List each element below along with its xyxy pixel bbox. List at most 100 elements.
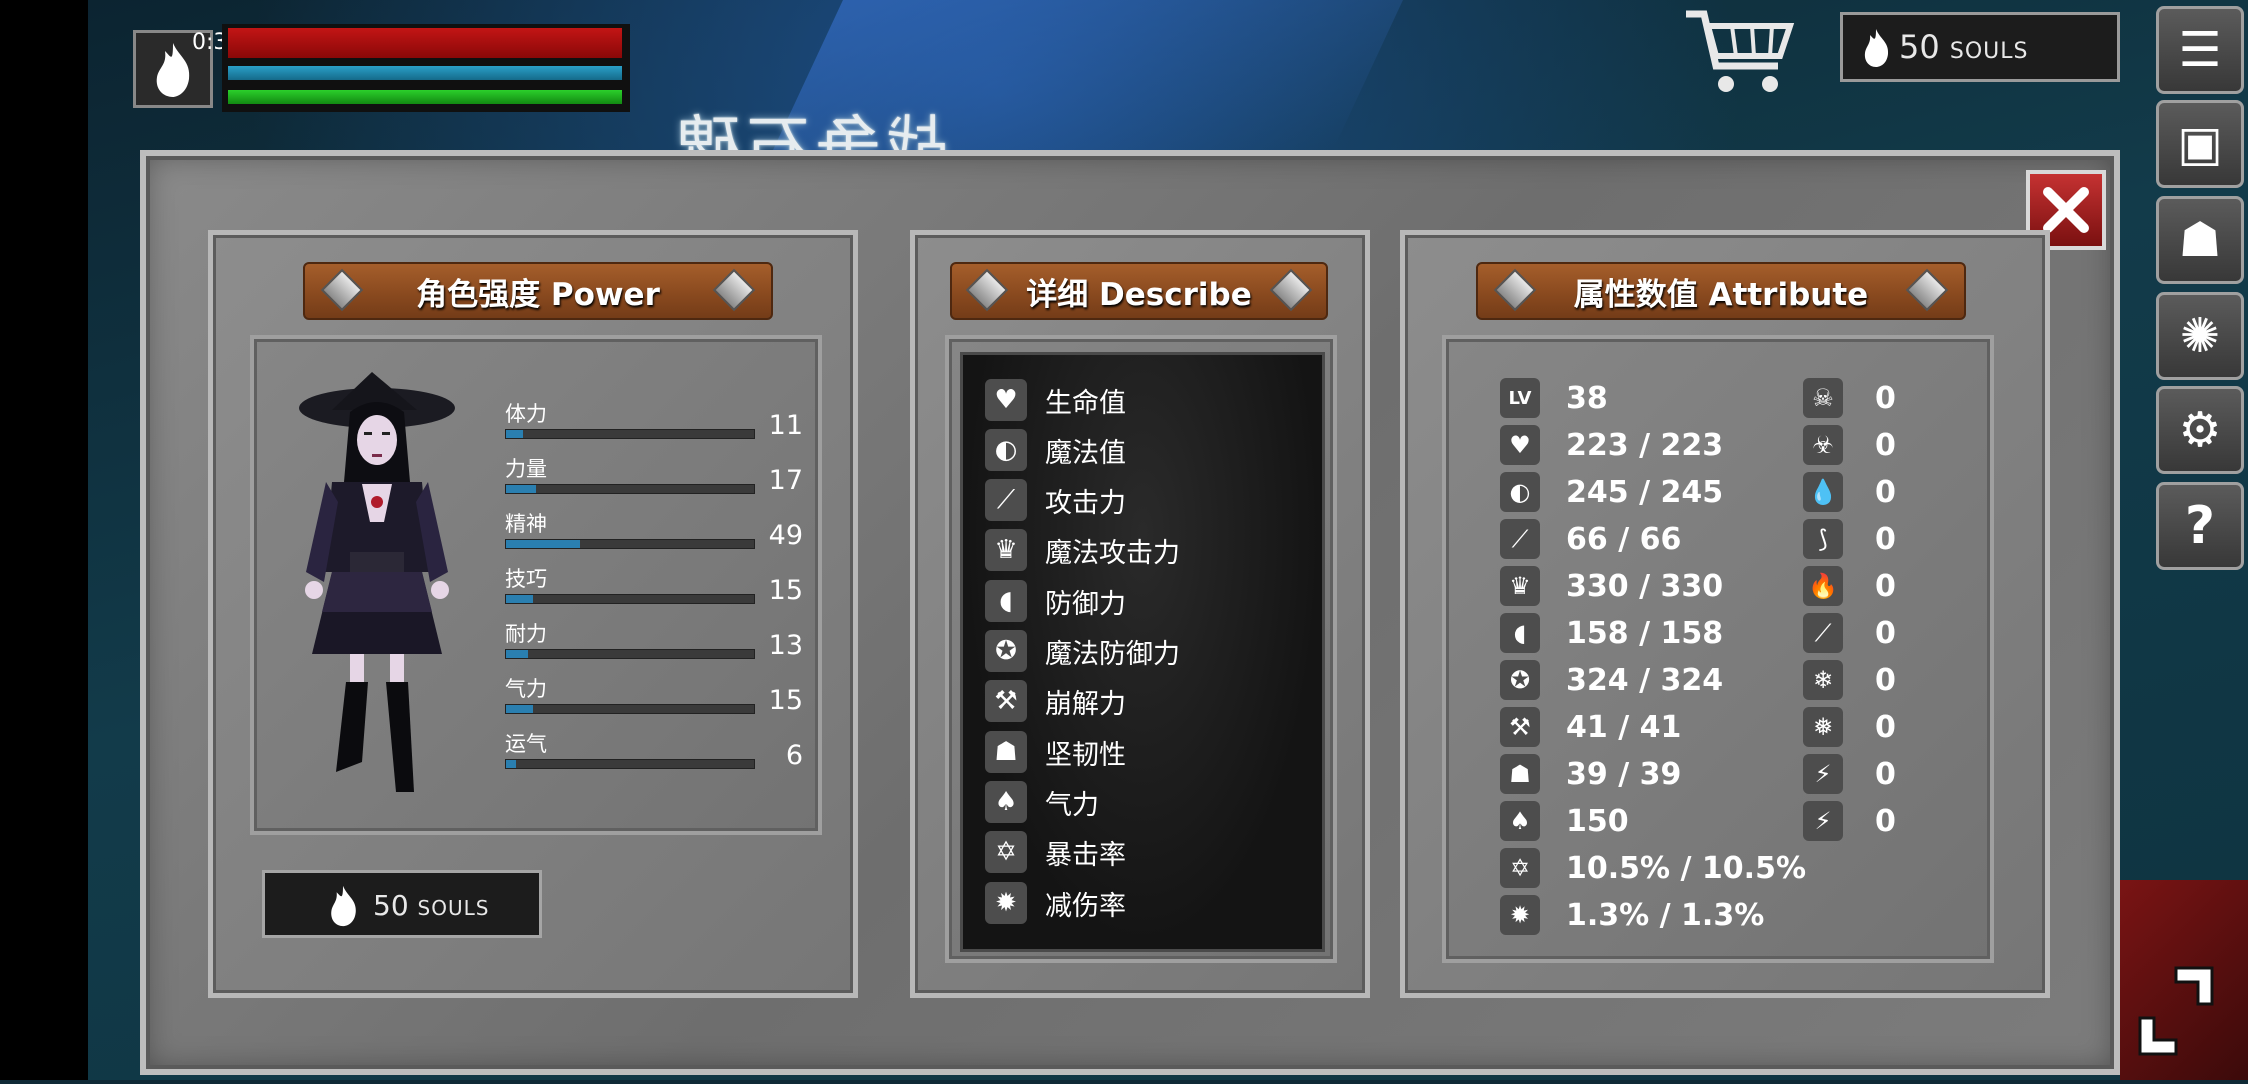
- stat-row: 力量 17: [505, 453, 803, 507]
- resize-arrows-icon: [2138, 966, 2214, 1056]
- power-title-plank: 角色强度 Power: [303, 262, 773, 320]
- emblem-button[interactable]: ✺: [2156, 292, 2244, 380]
- sword-icon: ⟋: [985, 479, 1027, 521]
- describe-label: 攻击力: [1045, 487, 1126, 519]
- resistance-row: ☠ 0: [1803, 376, 1896, 420]
- attribute-row: ♥ 223 / 223: [1500, 423, 1723, 467]
- resistance-value: 0: [1875, 380, 1896, 416]
- blood-drop-icon: 💧: [1803, 472, 1843, 512]
- guard-badge-icon: ✹: [1500, 895, 1540, 935]
- attribute-row: LV 38: [1500, 376, 1608, 420]
- describe-label: 生命值: [1045, 387, 1126, 419]
- attribute-value: 66 / 66: [1566, 521, 1682, 557]
- shopping-cart-icon: [1686, 10, 1795, 92]
- settings-button[interactable]: ⚙: [2156, 386, 2244, 474]
- inventory-button[interactable]: ▣: [2156, 100, 2244, 188]
- stat-row: 精神 49: [505, 508, 803, 562]
- stat-value: 15: [768, 575, 803, 606]
- spellbook-icon: ♛: [1500, 566, 1540, 606]
- stat-label: 耐力: [505, 622, 547, 646]
- attribute-row: ♛ 330 / 330: [1500, 564, 1723, 608]
- rivet-icon: [1493, 268, 1537, 312]
- lightning-resist-icon: ⚡: [1803, 801, 1843, 841]
- stat-value: 13: [768, 630, 803, 661]
- menu-list-button[interactable]: ☰: [2156, 6, 2244, 94]
- screen-edge: [0, 0, 88, 1080]
- stat-bar: [505, 704, 755, 714]
- rivet-icon: [320, 268, 364, 312]
- rivet-icon: [1269, 268, 1313, 312]
- attribute-row: ♠ 150: [1500, 799, 1629, 843]
- souls-unit: SOULS: [1949, 39, 2029, 64]
- health-bar: [228, 28, 622, 58]
- souls-amount: 50: [1899, 28, 1940, 66]
- power-souls-button[interactable]: 50 SOULS: [262, 870, 542, 938]
- crit-star-icon: ✡: [985, 831, 1027, 873]
- attribute-row: ◖ 158 / 158: [1500, 611, 1723, 655]
- list-item: ✡ 暴击率: [985, 828, 1126, 876]
- stat-label: 技巧: [505, 567, 547, 591]
- corner-resize-button[interactable]: [2120, 880, 2248, 1080]
- skull-icon: ☠: [1803, 378, 1843, 418]
- status-bars: [222, 24, 630, 112]
- rivet-icon: [1905, 268, 1949, 312]
- stat-row: 耐力 13: [505, 618, 803, 672]
- describe-label: 崩解力: [1045, 688, 1126, 720]
- shield-icon: ◖: [985, 580, 1027, 622]
- souls-counter: 50 SOULS: [1840, 12, 2120, 82]
- armor-button[interactable]: ☗: [2156, 196, 2244, 284]
- stat-row: 体力 11: [505, 398, 803, 452]
- guard-badge-icon: ✹: [985, 882, 1027, 924]
- mana-bar: [228, 66, 622, 80]
- resistance-row: ⚡ 0: [1803, 799, 1896, 843]
- rivet-icon: [712, 268, 756, 312]
- fire-resist-icon: ⟋: [1803, 613, 1843, 653]
- list-item: ⚒ 崩解力: [985, 677, 1126, 725]
- emblem-icon: ✺: [2179, 308, 2221, 364]
- resistance-value: 0: [1875, 568, 1896, 604]
- attribute-row: ◐ 245 / 245: [1500, 470, 1723, 514]
- lungs-icon: ♠: [985, 781, 1027, 823]
- spellbook-icon: ♛: [985, 529, 1027, 571]
- stat-row: 气力 15: [505, 673, 803, 727]
- stat-row: 技巧 15: [505, 563, 803, 617]
- attribute-value: 38: [1566, 380, 1608, 416]
- stat-label: 运气: [505, 732, 547, 756]
- help-icon: ?: [2184, 496, 2216, 556]
- rivet-icon: [965, 268, 1009, 312]
- resistance-row: 🔥 0: [1803, 564, 1896, 608]
- list-item: ⟋ 攻击力: [985, 476, 1126, 524]
- resistance-value: 0: [1875, 709, 1896, 745]
- stat-bar: [505, 649, 755, 659]
- hammer-icon: ⚒: [985, 680, 1027, 722]
- describe-label: 气力: [1045, 789, 1099, 821]
- inventory-icon: ▣: [2177, 116, 2223, 172]
- list-item: ✹ 减伤率: [985, 879, 1126, 927]
- attribute-value: 1.3% / 1.3%: [1566, 897, 1765, 933]
- head-icon: ◐: [985, 429, 1027, 471]
- armor-icon: ☗: [2178, 212, 2222, 268]
- stat-bar: [505, 539, 755, 549]
- shop-cart-button[interactable]: [1682, 6, 1798, 98]
- help-button[interactable]: ?: [2156, 482, 2244, 570]
- attribute-value: 150: [1566, 803, 1629, 839]
- helmet-icon: ☗: [1500, 754, 1540, 794]
- attribute-value: 245 / 245: [1566, 474, 1724, 510]
- sword-icon: ⟋: [1500, 519, 1540, 559]
- resistance-row: ⚡ 0: [1803, 752, 1896, 796]
- soul-flame-icon: [1864, 29, 1889, 67]
- describe-label: 魔法攻击力: [1045, 537, 1180, 569]
- describe-label: 魔法值: [1045, 437, 1126, 469]
- describe-list: ♥ 生命值 ◐ 魔法值 ⟋ 攻击力 ♛ 魔法攻击力 ◖ 防御力 ✪ 魔法防御力 …: [960, 352, 1325, 952]
- list-item: ✪ 魔法防御力: [985, 627, 1180, 675]
- magic-shield-icon: ✪: [985, 630, 1027, 672]
- resistance-value: 0: [1875, 756, 1896, 792]
- attribute-value: 39 / 39: [1566, 756, 1682, 792]
- stat-bar: [505, 759, 755, 769]
- head-icon: ◐: [1500, 472, 1540, 512]
- attribute-row: ✪ 324 / 324: [1500, 658, 1723, 702]
- attribute-value: 223 / 223: [1566, 427, 1724, 463]
- attribute-row: ✡ 10.5% / 10.5%: [1500, 846, 1806, 890]
- list-item: ♥ 生命值: [985, 376, 1126, 424]
- shield-icon: ◖: [1500, 613, 1540, 653]
